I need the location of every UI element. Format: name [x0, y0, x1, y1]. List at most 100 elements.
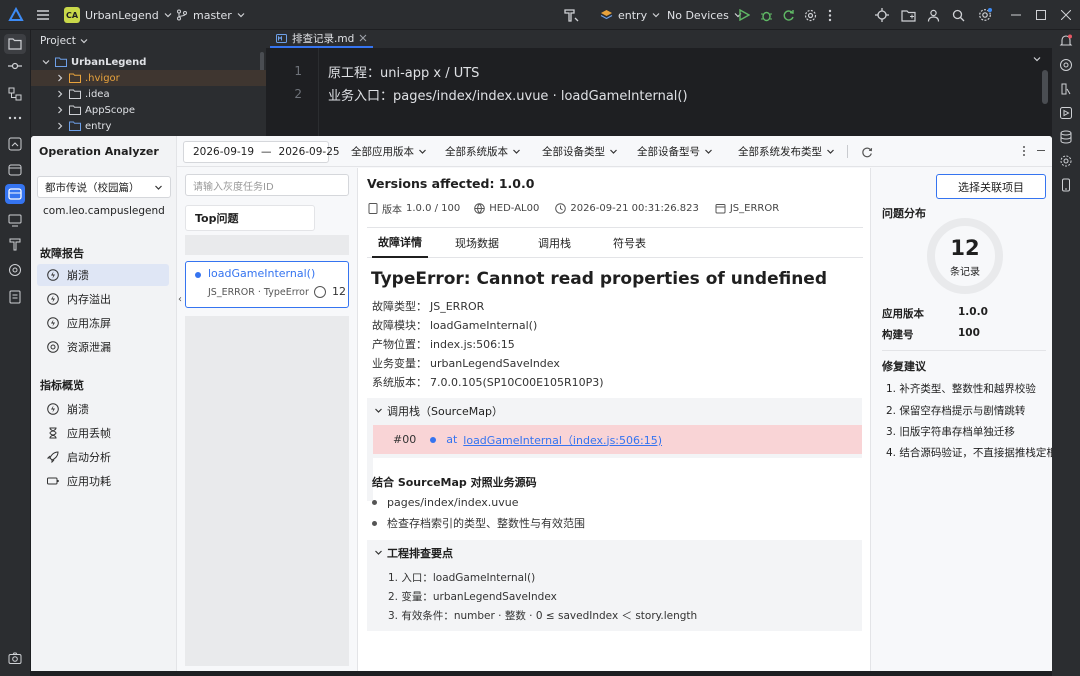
- main-menu-icon[interactable]: [36, 0, 50, 30]
- stack-frame-row[interactable]: #00 at loadGameInternal（index.js:506:15): [373, 425, 862, 454]
- release-type-filter[interactable]: 全部系统发布类型: [738, 136, 835, 166]
- branch-switcher[interactable]: master: [176, 0, 245, 30]
- app-version-value: 1.0.0: [958, 306, 988, 318]
- ring-count: 12: [950, 236, 980, 260]
- app-version-filter[interactable]: 全部应用版本: [351, 136, 427, 166]
- structure-icon[interactable]: [7, 86, 23, 102]
- bookmark-icon[interactable]: [1059, 82, 1073, 96]
- hammer-icon[interactable]: [563, 0, 579, 30]
- run-config-select[interactable]: entry: [600, 0, 660, 30]
- folder-plus-icon[interactable]: [901, 0, 916, 30]
- tree-item-appscope[interactable]: AppScope: [31, 102, 266, 118]
- sidebar-item-power[interactable]: 应用功耗: [37, 470, 169, 492]
- problems-icon[interactable]: [7, 289, 23, 305]
- globe-icon: [474, 202, 486, 214]
- field-value: urbanLegendSaveIndex: [430, 357, 560, 370]
- debug-icon[interactable]: [760, 0, 773, 30]
- chevron-down-icon[interactable]: [1032, 54, 1042, 64]
- call-stack-title: 调用栈（SourceMap）: [387, 404, 503, 418]
- date-range[interactable]: 2026-09-19 — 2026-09-25: [193, 137, 340, 167]
- crosshair-icon[interactable]: [875, 0, 889, 30]
- gear-icon[interactable]: [1059, 154, 1073, 168]
- app-logo-icon[interactable]: [8, 0, 24, 30]
- date-start: 2026-09-19: [193, 146, 255, 158]
- minimize-panel-icon[interactable]: [1037, 150, 1045, 151]
- tree-item-idea[interactable]: .idea: [31, 86, 266, 102]
- user-count-icon: [314, 286, 326, 298]
- camera-icon[interactable]: [7, 650, 23, 666]
- more-vertical-icon[interactable]: [1022, 145, 1026, 157]
- issue-list: 请输入灰度任务ID Top问题 loadGameInternal() JS_ER…: [181, 171, 353, 671]
- log-icon[interactable]: [7, 136, 23, 152]
- editor-scrollbar[interactable]: [1042, 70, 1048, 104]
- suggestion-item: 4. 结合源码验证，不直接据推栈定根因: [886, 447, 1052, 459]
- sidebar-item-label: 应用冻屏: [67, 317, 111, 330]
- system-version-filter[interactable]: 全部系统版本: [445, 136, 521, 166]
- search-icon[interactable]: [952, 0, 965, 30]
- rerun-icon[interactable]: [782, 0, 795, 30]
- ide-settings-icon[interactable]: [978, 0, 992, 30]
- sidebar-item-label: 内存溢出: [67, 293, 111, 306]
- sidebar-item-launch[interactable]: 启动分析: [37, 446, 169, 468]
- date-separator: —: [261, 146, 272, 158]
- close-icon[interactable]: [1061, 0, 1071, 30]
- call-stack-toggle[interactable]: 调用栈（SourceMap）: [374, 398, 503, 423]
- checklist-toggle[interactable]: 工程排查要点: [374, 540, 453, 565]
- code-line[interactable]: 原工程：uni-app x / UTS: [328, 62, 479, 81]
- frame-location-link[interactable]: loadGameInternal（index.js:506:15): [463, 432, 662, 448]
- sourcemap-title: 结合 SourceMap 对照业务源码: [372, 476, 537, 489]
- settings-gear-icon[interactable]: [804, 0, 817, 30]
- sidebar-item-metric-crash[interactable]: 崩溃: [37, 398, 169, 420]
- tab-symbols[interactable]: 符号表: [613, 228, 646, 258]
- more-horizontal-icon[interactable]: [7, 110, 23, 126]
- device-manager-icon[interactable]: [7, 212, 23, 228]
- maximize-icon[interactable]: [1036, 0, 1046, 30]
- tab-fault-detail[interactable]: 故障详情: [372, 228, 428, 258]
- services-icon[interactable]: [7, 262, 23, 278]
- operation-analyzer-icon[interactable]: [5, 184, 25, 204]
- crash-time: 2026-09-21 00:31:26.823: [570, 202, 699, 214]
- chevron-down-icon: [80, 39, 88, 44]
- sidebar-item-frame-drop[interactable]: 应用丢帧: [37, 422, 169, 444]
- database-icon[interactable]: [1059, 130, 1073, 144]
- project-switcher[interactable]: CA UrbanLegend: [64, 0, 172, 30]
- task-id-search-input[interactable]: 请输入灰度任务ID: [185, 174, 349, 196]
- app-select[interactable]: 都市传说（校园篇）: [37, 176, 171, 198]
- project-folder-icon[interactable]: [4, 34, 26, 54]
- build-value: 100: [958, 327, 980, 339]
- sidebar-item-leak[interactable]: 资源泄漏: [37, 336, 169, 358]
- preview-icon[interactable]: [1059, 58, 1073, 72]
- device-select[interactable]: No Devices: [667, 0, 742, 30]
- more-vertical-icon[interactable]: [828, 0, 832, 30]
- device-type-filter[interactable]: 全部设备类型: [542, 136, 618, 166]
- tree-item-root[interactable]: UrbanLegend: [31, 54, 266, 70]
- sidebar-item-oom[interactable]: 内存溢出: [37, 288, 169, 310]
- notifications-bell-icon[interactable]: [1059, 34, 1073, 48]
- files-icon[interactable]: [7, 162, 23, 178]
- account-icon[interactable]: [927, 0, 940, 30]
- sidebar-item-label: 崩溃: [67, 269, 89, 282]
- refresh-icon[interactable]: [861, 146, 873, 158]
- sidebar-item-crash[interactable]: 崩溃: [37, 264, 169, 286]
- run-panel-icon[interactable]: [1059, 106, 1073, 120]
- tree-item-hvigor[interactable]: .hvigor: [31, 70, 266, 86]
- code-line[interactable]: 业务入口：pages/index/index.uvue · loadGameIn…: [328, 85, 688, 104]
- tab-call-stack[interactable]: 调用栈: [538, 228, 571, 258]
- tree-item-entry[interactable]: entry: [31, 118, 266, 134]
- filter-label: 全部设备型号: [637, 145, 700, 158]
- commit-icon[interactable]: [7, 58, 23, 74]
- top-issues-tab[interactable]: Top问题: [185, 205, 315, 231]
- project-panel-header[interactable]: Project: [40, 33, 88, 49]
- link-project-button[interactable]: 选择关联项目: [936, 174, 1046, 199]
- editor-tab[interactable]: 排查记录.md: [270, 30, 374, 48]
- issue-card-selected[interactable]: loadGameInternal() JS_ERROR · TypeError …: [185, 261, 349, 308]
- minimize-icon[interactable]: [1011, 0, 1021, 30]
- device-model-filter[interactable]: 全部设备型号: [637, 136, 713, 166]
- tab-scene-data[interactable]: 现场数据: [455, 228, 499, 258]
- build-icon[interactable]: [7, 236, 23, 252]
- field-value: 7.0.0.105(SP10C00E105R10P3): [430, 376, 604, 389]
- phone-icon[interactable]: [1059, 178, 1073, 192]
- run-icon[interactable]: [738, 0, 750, 30]
- left-tool-strip: [0, 30, 31, 676]
- sidebar-item-freeze[interactable]: 应用冻屏: [37, 312, 169, 334]
